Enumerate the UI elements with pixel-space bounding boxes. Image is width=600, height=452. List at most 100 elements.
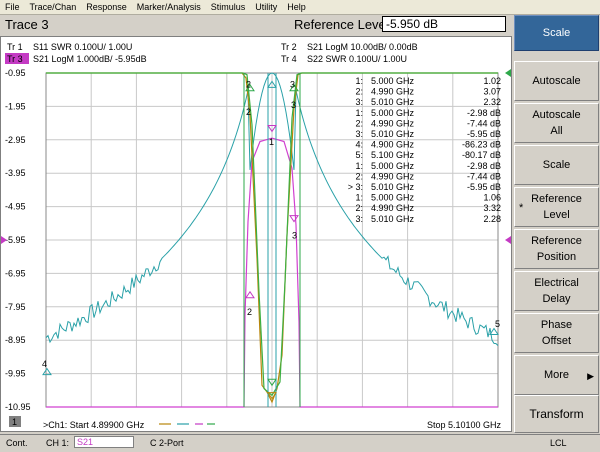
softkey-transform[interactable]: Transform <box>514 395 599 433</box>
submenu-arrow-icon: ▶ <box>587 371 594 381</box>
marker-label: 2 <box>247 307 252 317</box>
menu-trace-chan[interactable]: Trace/Chan <box>25 0 82 14</box>
marker-label: 3 <box>290 79 295 89</box>
softkey-menu-header[interactable]: Scale <box>514 15 599 51</box>
start-frequency-label: >Ch1: Start 4.89900 GHz <box>43 420 145 430</box>
y-tick-label: -10.95 <box>5 402 31 412</box>
marker-table-freq: 5.010 GHz <box>371 214 415 224</box>
marker-table-value: -80.17 dB <box>462 150 501 160</box>
menu-file[interactable]: File <box>0 0 25 14</box>
marker-table-freq: 5.000 GHz <box>371 161 415 171</box>
marker-table-freq: 4.900 GHz <box>371 140 415 150</box>
softkey-label: Transform <box>529 407 584 421</box>
trace-legend-id: Tr 1 <box>7 42 23 52</box>
plot-area[interactable]: -0.95 -1.95 -2.95 -3.95 -4.95 -5.95 -6.95 -7.95… <box>0 36 512 432</box>
softkey-autoscale[interactable]: Autoscale <box>514 61 599 101</box>
marker-label: 5 <box>495 319 500 329</box>
marker-table-freq: 5.000 GHz <box>371 193 415 203</box>
y-tick-label: -2.95 <box>5 135 26 145</box>
calibration-status: C 2-Port <box>150 438 184 448</box>
marker-table-freq: 5.000 GHz <box>371 108 415 118</box>
softkey-reference-position[interactable]: Reference Position <box>514 229 599 269</box>
marker-table-id: 2: <box>355 87 363 97</box>
softkey-label: Autoscale <box>532 75 581 87</box>
stop-frequency-label: Stop 5.10100 GHz <box>427 420 502 430</box>
local-status: LCL <box>550 438 567 448</box>
marker-table-value: 3.32 <box>483 203 501 213</box>
toolbar: Trace 3 Reference Level <box>0 15 512 35</box>
y-tick-label: -7.95 <box>5 302 26 312</box>
marker-table-id: > 3: <box>348 182 363 192</box>
trace-legend-text: S21 LogM 10.00dB/ 0.00dB <box>307 42 418 52</box>
marker-2-s21-icon <box>245 290 255 299</box>
marker-label: 2 <box>246 79 251 89</box>
marker-table-value: 3.07 <box>483 87 501 97</box>
y-tick-label: -0.95 <box>5 68 26 78</box>
y-tick-label: -3.95 <box>5 168 26 178</box>
marker-table-id: 1: <box>355 193 363 203</box>
softkey-label: Phase Offset <box>540 319 573 347</box>
marker-table-value: -7.44 dB <box>467 171 501 181</box>
softkey-more[interactable]: More ▶ <box>514 355 599 395</box>
marker-table-id: 2: <box>355 171 363 181</box>
menu-utility[interactable]: Utility <box>250 0 282 14</box>
menu-stimulus[interactable]: Stimulus <box>206 0 251 14</box>
softkey-label: Reference Position <box>531 235 582 263</box>
marker-table-freq: 5.010 GHz <box>371 182 415 192</box>
marker-table-id: 5: <box>355 150 363 160</box>
marker-table-value: 2.32 <box>483 97 501 107</box>
marker-table-id: 3: <box>355 129 363 139</box>
marker-table-value: -2.98 dB <box>467 108 501 118</box>
measurement-parameter-status: S21 <box>74 436 135 448</box>
marker-table-id: 1: <box>355 161 363 171</box>
marker-5-icon <box>489 327 499 336</box>
menu-help[interactable]: Help <box>282 0 311 14</box>
softkey-panel: Scale Autoscale Autoscale All Scale Referenc… <box>513 15 600 433</box>
marker-table-id: 2: <box>355 118 363 128</box>
trace-legend-text: S22 SWR 0.100U/ 1.00U <box>307 54 407 64</box>
y-tick-label: -9.95 <box>5 369 26 379</box>
marker-table-id: 1: <box>355 76 363 86</box>
menu-marker-analysis[interactable]: Marker/Analysis <box>132 0 206 14</box>
softkey-label: Autoscale All <box>532 109 581 137</box>
swr-reference-marker <box>505 69 511 77</box>
marker-table-value: 1.06 <box>483 193 501 203</box>
marker-label: 2 <box>246 107 251 117</box>
reference-level-label: Reference Level <box>294 17 389 32</box>
y-tick-label: -4.95 <box>5 202 26 212</box>
y-tick-label: -6.95 <box>5 268 26 278</box>
marker-table-value: -5.95 dB <box>467 129 501 139</box>
trace-legend-id: Tr 2 <box>281 42 297 52</box>
marker-label: 3 <box>291 100 296 110</box>
trace-legend-id: Tr 3 <box>7 54 23 64</box>
softkey-label: Scale <box>542 159 571 171</box>
softkey-label: Reference Level <box>531 193 582 221</box>
reference-level-marker-right <box>505 236 511 244</box>
softkey-autoscale-all[interactable]: Autoscale All <box>514 103 599 143</box>
marker-table-value: -86.23 dB <box>462 140 501 150</box>
softkey-electrical-delay[interactable]: Electrical Delay <box>514 271 599 311</box>
marker-table-value: 1.02 <box>483 76 501 86</box>
softkey-scale[interactable]: Scale <box>514 145 599 185</box>
marker-table-freq: 4.990 GHz <box>371 118 415 128</box>
marker-label: 3 <box>292 230 297 240</box>
marker-table-freq: 5.100 GHz <box>371 150 415 160</box>
marker-label: 4 <box>42 359 47 369</box>
marker-table-value: -7.44 dB <box>467 118 501 128</box>
menu-bar: File Trace/Chan Response Marker/Analysis Sti… <box>0 0 600 15</box>
reference-level-input[interactable] <box>382 16 506 32</box>
trace-legend-text: S11 SWR 0.100U/ 1.00U <box>33 42 132 52</box>
marker-table-id: 3: <box>355 214 363 224</box>
y-tick-label: -8.95 <box>5 335 26 345</box>
marker-table-id: 1: <box>355 108 363 118</box>
marker-table-id: 4: <box>355 140 363 150</box>
marker-table-freq: 5.000 GHz <box>371 76 415 86</box>
marker-table-freq: 5.010 GHz <box>371 129 415 139</box>
trace-plot-svg: -0.95 -1.95 -2.95 -3.95 -4.95 -5.95 -6.95 -7.95… <box>1 42 511 430</box>
y-tick-label: -5.95 <box>5 235 26 245</box>
softkey-phase-offset[interactable]: Phase Offset <box>514 313 599 353</box>
sweep-mode-status: Cont. <box>6 438 28 448</box>
menu-response[interactable]: Response <box>81 0 132 14</box>
marker-label: 1 <box>269 137 274 147</box>
softkey-reference-level[interactable]: Reference Level * <box>514 187 599 227</box>
